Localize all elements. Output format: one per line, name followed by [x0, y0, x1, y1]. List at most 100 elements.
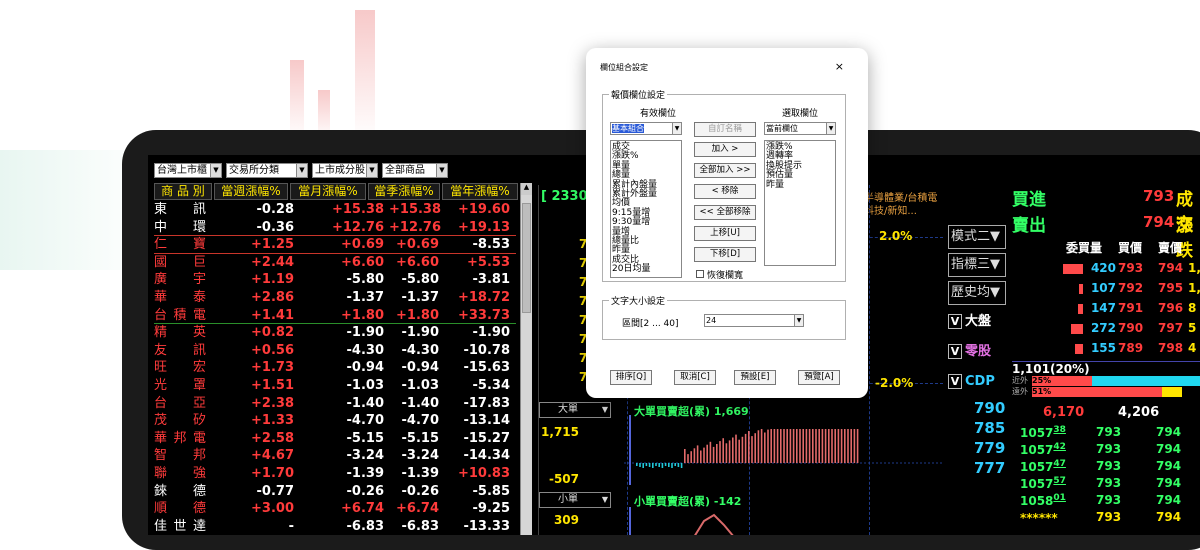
tick-ask: 794 [1156, 442, 1182, 456]
small-order-select[interactable]: 小單 ▼ [539, 492, 611, 508]
table-row[interactable]: 中 環 -0.36 +12.76 +12.76 +19.13 [154, 219, 516, 237]
cdp-checkbox[interactable]: V CDP [948, 373, 995, 391]
stock-name: 國 巨 [154, 254, 206, 270]
week-change: +1.41 [251, 307, 294, 323]
table-row[interactable]: 東 訊 -0.28 +15.38 +15.38 +19.60 [154, 201, 516, 219]
table-row[interactable]: 順 德 +3.00 +6.74 +6.74 -9.25 [154, 500, 516, 518]
table-row[interactable]: 友 訊 +0.56 -4.30 -4.30 -10.78 [154, 342, 516, 360]
quarter-change: +12.76 [389, 219, 442, 235]
column-header-year[interactable]: 當年漲幅% [442, 183, 518, 200]
remove-all-button[interactable]: << 全部移除 [694, 205, 756, 220]
selected-fields-list[interactable]: 漲跌% 週轉率 換股提示 預估量 昨量 [764, 140, 836, 266]
close-icon[interactable]: × [835, 60, 844, 73]
decor-bar [290, 60, 304, 140]
week-change: +1.73 [251, 360, 294, 376]
year-change: +10.83 [457, 465, 510, 481]
week-change: -0.36 [256, 219, 294, 235]
column-header-quarter[interactable]: 當季漲幅% [368, 183, 440, 200]
custom-name-button[interactable]: 自訂名稱 [694, 122, 756, 137]
near-bar: 25% [1032, 376, 1092, 386]
table-scrollbar[interactable]: ▲ [520, 183, 532, 535]
remove-button[interactable]: < 移除 [694, 184, 756, 199]
month-change: -6.83 [346, 518, 384, 534]
stock-name: 智 邦 [154, 448, 206, 464]
table-row[interactable]: 佳世達 - -6.83 -6.83 -13.33 [154, 518, 516, 535]
histogram-bar [712, 446, 715, 463]
year-change: +18.72 [457, 289, 510, 305]
tick-bid: 793 [1096, 442, 1122, 456]
year-change: -15.63 [463, 360, 510, 376]
decor-bar [355, 10, 375, 140]
histogram-bar [792, 429, 795, 463]
histogram-bar [821, 429, 824, 463]
table-row[interactable]: 智 邦 +4.67 -3.24 -3.24 -14.34 [154, 447, 516, 465]
column-header-month[interactable]: 當月漲幅% [290, 183, 366, 200]
histogram-bar [748, 431, 750, 463]
table-row[interactable]: 台 亞 +2.38 -1.40 -1.40 -17.83 [154, 395, 516, 413]
selected-fields-select[interactable]: 當前欄位 ▼ [764, 122, 836, 135]
valid-fields-select[interactable]: 基本組合 ▼ [610, 122, 682, 135]
default-button[interactable]: 預設[E] [734, 370, 776, 385]
table-row[interactable]: 旺 宏 +1.73 -0.94 -0.94 -15.63 [154, 359, 516, 377]
add-all-button[interactable]: 全部加入 >> [694, 163, 756, 178]
week-change: +3.00 [251, 501, 294, 517]
stock-name: 友 訊 [154, 342, 206, 358]
move-up-button[interactable]: 上移[U] [694, 226, 756, 241]
sector-select[interactable]: 交易所分類 ▼ [226, 163, 308, 178]
histogram-bar [812, 429, 814, 463]
week-change: -0.28 [256, 202, 294, 217]
quarter-change: +1.80 [396, 307, 439, 323]
table-row[interactable]: 台積電 +1.41 +1.80 +1.80 +33.73 [154, 307, 516, 325]
scroll-thumb[interactable] [522, 203, 531, 313]
table-row[interactable]: 國 巨 +2.44 +6.60 +6.60 +5.53 [154, 254, 516, 272]
histogram-bar [751, 436, 753, 463]
tick-ask: 794 [1156, 425, 1182, 439]
month-change: -1.40 [346, 395, 384, 411]
histogram-bar [722, 438, 724, 463]
odd-lot-checkbox[interactable]: V 零股 [948, 343, 991, 361]
history-button[interactable]: 歷史均▼ [948, 281, 1006, 305]
ask-price: 794 [1158, 261, 1184, 275]
sort-button[interactable]: 排序[Q] [610, 370, 652, 385]
product-select[interactable]: 全部商品 ▼ [382, 163, 448, 178]
valid-fields-list[interactable]: 成交 漲跌% 單量 總量 累計內盤量 累計外盤量 均價 9:15量增 9:30量增 量增 總量比 昨量… [610, 140, 682, 278]
column-header-week[interactable]: 當週漲幅% [214, 183, 288, 200]
quarter-change: -1.03 [401, 377, 439, 393]
component-select[interactable]: 上市成分股 ▼ [312, 163, 378, 178]
big-order-select[interactable]: 大單 ▼ [539, 402, 611, 418]
table-row[interactable]: 廣 宇 +1.19 -5.80 -5.80 -3.81 [154, 271, 516, 289]
month-change: -1.03 [346, 377, 384, 393]
table-row[interactable]: 華 泰 +2.86 -1.37 -1.37 +18.72 [154, 289, 516, 307]
histogram-bar [674, 463, 676, 466]
table-row[interactable]: 光 罩 +1.51 -1.03 -1.03 -5.34 [154, 377, 516, 395]
cdp-value: 777 [974, 459, 1006, 477]
tick-time-seconds: 38 [1053, 425, 1066, 435]
list-item[interactable]: 昨量 [766, 180, 834, 190]
table-row[interactable]: 茂 矽 +1.33 -4.70 -4.70 -13.14 [154, 412, 516, 430]
table-row[interactable]: 錸 德 -0.77 -0.26 -0.26 -5.85 [154, 483, 516, 501]
table-row[interactable]: 聯 強 +1.70 -1.39 -1.39 +10.83 [154, 465, 516, 483]
index-checkbox[interactable]: V 大盤 [948, 313, 991, 331]
stock-name: 佳世達 [154, 518, 206, 534]
move-down-button[interactable]: 下移[D] [694, 247, 756, 262]
market-select[interactable]: 台灣上市櫃 ▼ [154, 163, 222, 178]
table-row[interactable]: 仁 寶 +1.25 +0.69 +0.69 -8.53 [154, 236, 516, 254]
scroll-up-icon[interactable]: ▲ [521, 183, 532, 195]
add-button[interactable]: 加入 > [694, 142, 756, 157]
font-size-select[interactable]: 24 ▼ [704, 314, 804, 327]
year-change: -10.78 [463, 342, 510, 358]
list-item[interactable]: 20日均量 [612, 264, 680, 274]
restore-width-checkbox[interactable]: 恢復欄寬 [696, 268, 743, 281]
table-row[interactable]: 華邦電 +2.58 -5.15 -5.15 -15.27 [154, 430, 516, 448]
histogram-bar [818, 429, 820, 463]
cancel-button[interactable]: 取消[C] [674, 370, 716, 385]
column-header-name[interactable]: 商 品 別 [154, 183, 212, 200]
indicator-button[interactable]: 指標三▼ [948, 253, 1006, 277]
table-row[interactable]: 精 英 +0.82 -1.90 -1.90 -1.90 [154, 324, 516, 342]
quarter-change: +6.74 [396, 501, 439, 517]
book-header: 賣價 [1158, 241, 1183, 255]
bid-bar [1075, 344, 1083, 354]
week-change: +2.38 [251, 395, 294, 411]
preview-button[interactable]: 預覽[A] [798, 370, 840, 385]
mode-button[interactable]: 模式二▼ [948, 225, 1006, 249]
